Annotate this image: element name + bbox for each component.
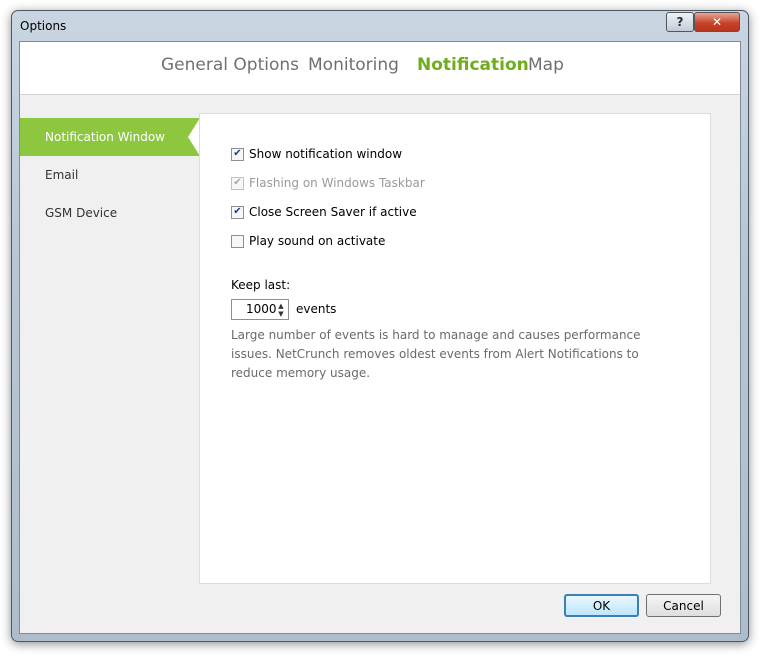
- keep-last-label: Keep last:: [231, 278, 291, 292]
- title-bar[interactable]: Options ? ✕: [12, 11, 748, 41]
- sidebar-item-gsm-device[interactable]: GSM Device: [20, 194, 200, 232]
- show-notification-window-checkbox[interactable]: ✔ Show notification window: [231, 147, 402, 161]
- ok-button[interactable]: OK: [564, 594, 639, 617]
- events-label: events: [296, 302, 337, 316]
- window-title: Options: [20, 19, 67, 33]
- checkbox-checked-icon: ✔: [231, 176, 244, 190]
- checkbox-label: Close Screen Saver if active: [249, 205, 417, 219]
- checkbox-label: Show notification window: [249, 147, 403, 161]
- close-icon: ✕: [711, 15, 723, 29]
- checkbox-label: Flashing on Windows Taskbar: [249, 176, 425, 190]
- checkbox-label: Play sound on activate: [249, 234, 386, 248]
- checkbox-checked-icon[interactable]: ✔: [231, 205, 244, 219]
- flashing-taskbar-checkbox: ✔ Flashing on Windows Taskbar: [231, 176, 425, 190]
- dialog-client-area: General Options Monitoring Notification …: [19, 41, 741, 634]
- sidebar-item-email[interactable]: Email: [20, 156, 200, 194]
- cancel-button-label: Cancel: [663, 598, 704, 613]
- play-sound-checkbox[interactable]: Play sound on activate: [231, 234, 385, 248]
- tab-general-options[interactable]: General Options: [161, 55, 299, 75]
- sidebar-item-label: GSM Device: [45, 206, 118, 220]
- events-hint-text: Large number of events is hard to manage…: [231, 328, 641, 380]
- sidebar-item-notification-window[interactable]: Notification Window: [20, 118, 200, 156]
- help-button[interactable]: ?: [666, 12, 694, 32]
- keep-last-value[interactable]: 1000: [246, 302, 277, 316]
- tab-monitoring[interactable]: Monitoring: [308, 55, 399, 75]
- notification-window-panel: ✔ Show notification window ✔ Flashing on…: [199, 113, 711, 584]
- checkbox-checked-icon[interactable]: ✔: [231, 147, 244, 161]
- close-screen-saver-checkbox[interactable]: ✔ Close Screen Saver if active: [231, 205, 417, 219]
- sidebar-item-label: Notification Window: [45, 130, 165, 144]
- ok-button-label: OK: [592, 598, 611, 613]
- keep-last-spinner[interactable]: 1000 ▲ ▼: [231, 299, 289, 320]
- help-icon: ?: [676, 15, 684, 29]
- tab-notification[interactable]: Notification: [417, 55, 529, 75]
- options-window: Options ? ✕ General Options Monitoring N…: [11, 10, 749, 642]
- spinner-arrows-icon[interactable]: ▲ ▼: [276, 300, 286, 319]
- sidebar-item-label: Email: [45, 168, 79, 182]
- cancel-button[interactable]: Cancel: [646, 594, 721, 617]
- checkbox-unchecked-icon[interactable]: [231, 234, 244, 248]
- tab-map[interactable]: Map: [528, 55, 564, 75]
- tab-bar: General Options Monitoring Notification …: [20, 42, 740, 95]
- close-button[interactable]: ✕: [694, 12, 740, 32]
